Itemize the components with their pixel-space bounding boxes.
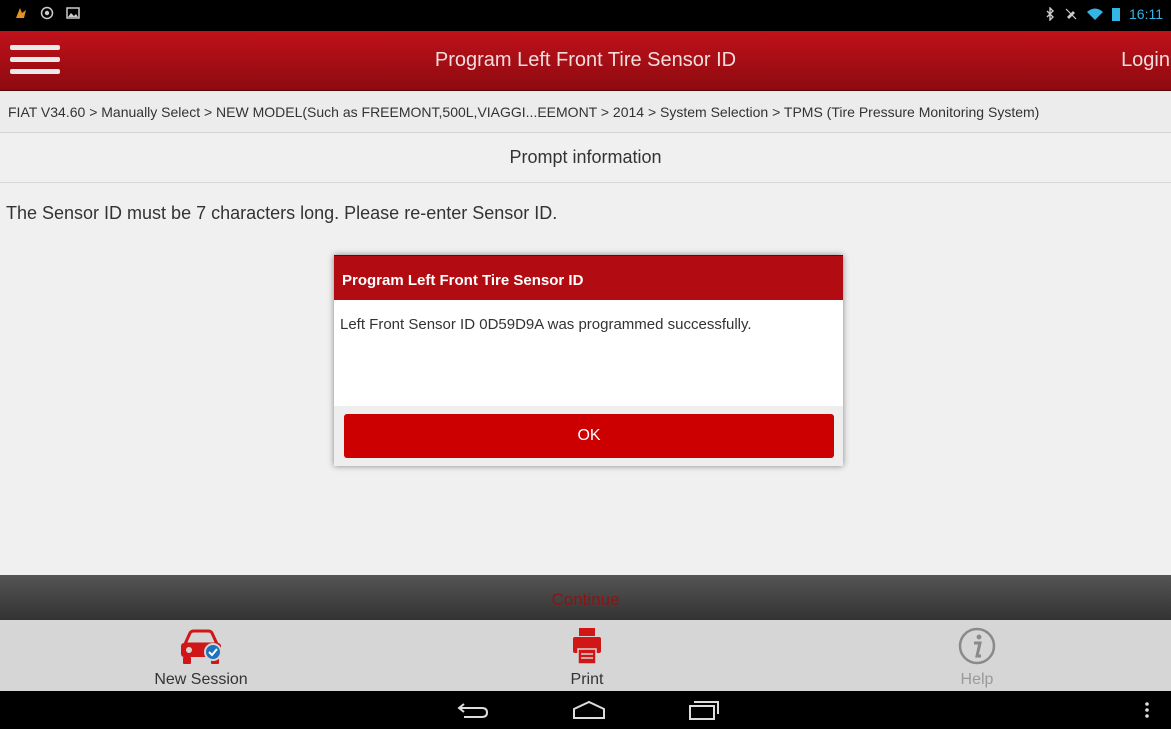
print-button[interactable]: Print: [477, 620, 697, 691]
location-icon: [40, 6, 54, 20]
help-button[interactable]: Help: [867, 620, 1087, 691]
app-header: Program Left Front Tire Sensor ID Login: [0, 31, 1171, 91]
success-dialog: Program Left Front Tire Sensor ID Left F…: [334, 255, 843, 466]
status-bar: 16:11: [0, 0, 1171, 31]
bottom-toolbar: New Session Print Help: [0, 620, 1171, 691]
print-icon: [573, 628, 601, 665]
home-icon[interactable]: [572, 700, 606, 720]
continue-button[interactable]: Continue: [0, 575, 1171, 620]
prompt-heading: Prompt information: [0, 133, 1171, 183]
car-icon: [181, 629, 222, 664]
help-label: Help: [960, 671, 994, 688]
overflow-menu-icon[interactable]: [1144, 700, 1150, 720]
status-clock: 16:11: [1129, 6, 1163, 22]
navigation-bar: [0, 691, 1171, 729]
new-session-button[interactable]: New Session: [91, 620, 311, 691]
ok-button[interactable]: OK: [344, 414, 834, 458]
new-session-label: New Session: [154, 671, 248, 688]
battery-icon: [1112, 8, 1120, 21]
dialog-footer: OK: [334, 406, 843, 466]
print-label: Print: [570, 671, 604, 688]
mute-icon: [1065, 8, 1077, 20]
gallery-icon: [66, 7, 80, 19]
back-icon[interactable]: [456, 700, 490, 720]
dialog-title: Program Left Front Tire Sensor ID: [334, 255, 843, 300]
login-button[interactable]: Login: [1121, 49, 1170, 72]
dialog-message: Left Front Sensor ID 0D59D9A was program…: [340, 316, 752, 333]
info-icon: [958, 627, 996, 665]
page-title: Program Left Front Tire Sensor ID: [434, 49, 737, 71]
recent-apps-icon[interactable]: [687, 700, 721, 720]
breadcrumb: FIAT V34.60 > Manually Select > NEW MODE…: [0, 91, 1171, 133]
bluetooth-icon: [1046, 7, 1054, 21]
wifi-icon: [1087, 8, 1103, 20]
app-notification-icon: [16, 8, 26, 18]
prompt-message: The Sensor ID must be 7 characters long.…: [6, 203, 558, 223]
